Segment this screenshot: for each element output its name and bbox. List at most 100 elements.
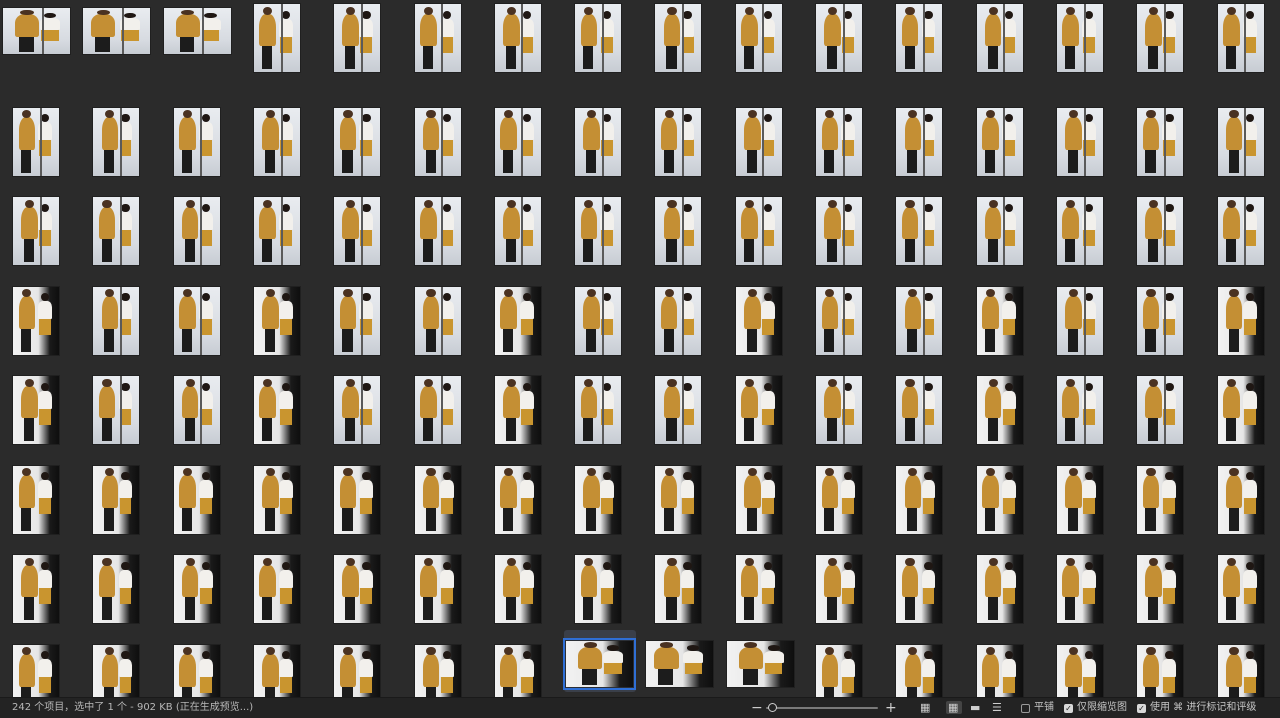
tile-checkbox[interactable] xyxy=(1021,704,1030,713)
photo-thumbnail[interactable] xyxy=(723,627,803,698)
photo-thumbnail[interactable] xyxy=(1205,90,1280,180)
photo-thumbnail[interactable] xyxy=(0,627,80,698)
photo-thumbnail[interactable] xyxy=(0,448,80,538)
photo-thumbnail[interactable] xyxy=(241,358,321,448)
thumbnails-only-checkbox[interactable]: ✓ xyxy=(1064,704,1073,713)
filmstrip-view-button[interactable]: ▬ xyxy=(968,701,984,714)
photo-thumbnail[interactable] xyxy=(241,90,321,180)
photo-thumbnail[interactable] xyxy=(803,448,883,538)
thumbnail-grid[interactable] xyxy=(0,0,1280,697)
photo-thumbnail[interactable] xyxy=(482,0,562,90)
photo-thumbnail[interactable] xyxy=(964,537,1044,627)
photo-thumbnail[interactable] xyxy=(0,358,80,448)
photo-thumbnail[interactable] xyxy=(883,537,963,627)
photo-thumbnail[interactable] xyxy=(803,0,883,90)
photo-thumbnail[interactable] xyxy=(80,179,160,269)
photo-thumbnail[interactable] xyxy=(723,537,803,627)
photo-thumbnail[interactable] xyxy=(964,269,1044,359)
photo-thumbnail[interactable] xyxy=(1205,537,1280,627)
photo-thumbnail[interactable] xyxy=(0,537,80,627)
photo-thumbnail[interactable] xyxy=(321,179,401,269)
photo-thumbnail[interactable] xyxy=(241,448,321,538)
photo-thumbnail[interactable] xyxy=(0,0,80,90)
photo-thumbnail[interactable] xyxy=(883,269,963,359)
photo-thumbnail[interactable] xyxy=(562,90,642,180)
photo-thumbnail[interactable] xyxy=(723,0,803,90)
photo-thumbnail[interactable] xyxy=(321,627,401,698)
photo-thumbnail[interactable] xyxy=(482,627,562,698)
photo-thumbnail[interactable] xyxy=(161,627,241,698)
photo-thumbnail[interactable] xyxy=(642,358,722,448)
zoom-slider-knob[interactable] xyxy=(768,703,777,712)
photo-thumbnail[interactable] xyxy=(883,627,963,698)
photo-thumbnail[interactable] xyxy=(1205,627,1280,698)
photo-thumbnail[interactable] xyxy=(642,537,722,627)
photo-thumbnail[interactable] xyxy=(1205,358,1280,448)
photo-thumbnail[interactable] xyxy=(723,179,803,269)
photo-thumbnail[interactable] xyxy=(883,448,963,538)
photo-thumbnail[interactable] xyxy=(964,627,1044,698)
photo-thumbnail[interactable] xyxy=(321,537,401,627)
photo-thumbnail[interactable] xyxy=(80,0,160,90)
photo-thumbnail[interactable] xyxy=(883,90,963,180)
photo-thumbnail[interactable] xyxy=(1205,0,1280,90)
photo-thumbnail[interactable] xyxy=(1124,179,1204,269)
photo-thumbnail[interactable] xyxy=(80,448,160,538)
photo-thumbnail[interactable] xyxy=(321,448,401,538)
photo-thumbnail[interactable] xyxy=(1044,179,1124,269)
photo-thumbnail[interactable] xyxy=(1044,358,1124,448)
photo-thumbnail[interactable] xyxy=(642,269,722,359)
photo-thumbnail[interactable] xyxy=(1124,358,1204,448)
photo-thumbnail[interactable] xyxy=(0,269,80,359)
photo-thumbnail[interactable] xyxy=(80,269,160,359)
option-thumbnails-only[interactable]: ✓ 仅限缩览图 xyxy=(1064,698,1127,718)
photo-thumbnail[interactable] xyxy=(723,358,803,448)
photo-thumbnail[interactable] xyxy=(1044,627,1124,698)
photo-thumbnail[interactable] xyxy=(1124,537,1204,627)
photo-thumbnail[interactable] xyxy=(883,179,963,269)
photo-thumbnail[interactable] xyxy=(241,537,321,627)
photo-thumbnail[interactable] xyxy=(402,269,482,359)
photo-thumbnail[interactable] xyxy=(321,0,401,90)
photo-thumbnail[interactable] xyxy=(0,90,80,180)
photo-thumbnail[interactable] xyxy=(642,179,722,269)
photo-thumbnail[interactable] xyxy=(803,537,883,627)
photo-thumbnail[interactable] xyxy=(241,269,321,359)
photo-thumbnail[interactable] xyxy=(402,90,482,180)
photo-thumbnail[interactable] xyxy=(402,627,482,698)
photo-thumbnail[interactable] xyxy=(964,358,1044,448)
option-use-cmd[interactable]: ✓ 使用 ⌘ 进行标记和评级 xyxy=(1137,698,1256,718)
photo-thumbnail[interactable] xyxy=(1205,448,1280,538)
photo-thumbnail[interactable] xyxy=(321,358,401,448)
photo-thumbnail[interactable] xyxy=(402,179,482,269)
photo-thumbnail[interactable] xyxy=(402,0,482,90)
photo-thumbnail[interactable] xyxy=(402,537,482,627)
photo-thumbnail[interactable] xyxy=(562,537,642,627)
photo-thumbnail[interactable] xyxy=(80,358,160,448)
photo-thumbnail[interactable] xyxy=(241,179,321,269)
photo-thumbnail[interactable] xyxy=(1044,0,1124,90)
photo-thumbnail[interactable] xyxy=(1124,0,1204,90)
photo-thumbnail[interactable] xyxy=(723,448,803,538)
zoom-out-button[interactable]: − xyxy=(751,698,763,718)
photo-thumbnail[interactable] xyxy=(964,179,1044,269)
photo-thumbnail[interactable] xyxy=(241,627,321,698)
photo-thumbnail[interactable] xyxy=(482,269,562,359)
photo-thumbnail[interactable] xyxy=(0,179,80,269)
photo-thumbnail[interactable] xyxy=(562,358,642,448)
photo-thumbnail[interactable] xyxy=(402,448,482,538)
photo-thumbnail[interactable] xyxy=(161,179,241,269)
photo-thumbnail[interactable] xyxy=(1044,269,1124,359)
photo-thumbnail[interactable] xyxy=(803,627,883,698)
photo-thumbnail[interactable] xyxy=(482,179,562,269)
photo-thumbnail[interactable] xyxy=(161,0,241,90)
photo-thumbnail[interactable] xyxy=(1124,627,1204,698)
photo-thumbnail[interactable] xyxy=(482,448,562,538)
thumbnail-view-button[interactable]: ▦ xyxy=(946,701,962,714)
photo-thumbnail[interactable] xyxy=(80,537,160,627)
photo-thumbnail[interactable] xyxy=(1124,448,1204,538)
photo-thumbnail[interactable] xyxy=(642,90,722,180)
photo-thumbnail[interactable] xyxy=(482,537,562,627)
photo-thumbnail[interactable] xyxy=(482,358,562,448)
photo-thumbnail[interactable] xyxy=(562,179,642,269)
